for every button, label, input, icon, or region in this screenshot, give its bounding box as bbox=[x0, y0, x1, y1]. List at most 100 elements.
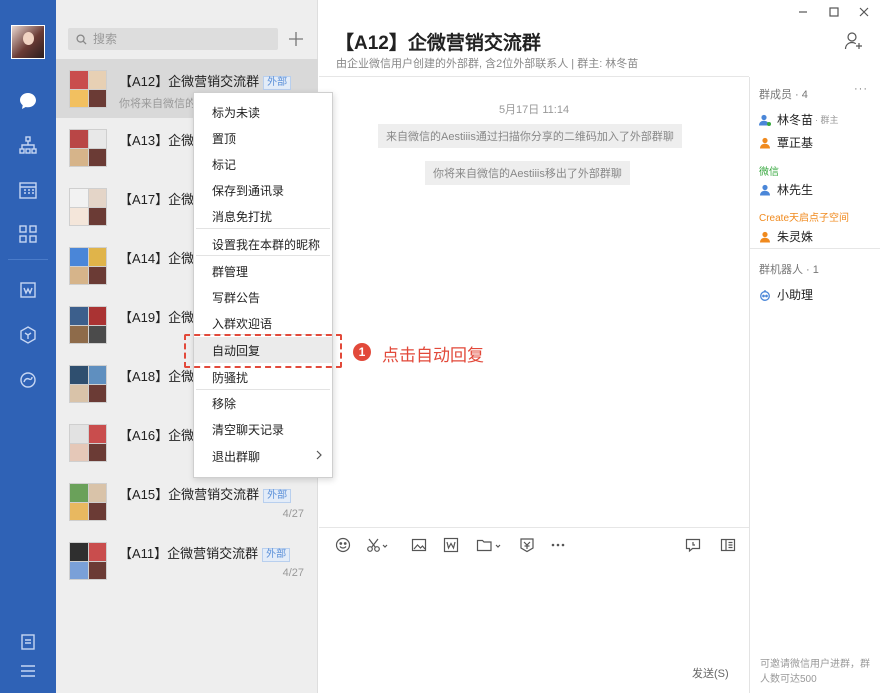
conversation-title: 【A12】企微营销交流群 bbox=[119, 74, 260, 89]
conversation-date: 4/27 bbox=[282, 567, 304, 579]
menu-item-label: 群管理 bbox=[212, 264, 249, 279]
menu-item[interactable]: 清空聊天记录 bbox=[194, 416, 332, 442]
menu-item[interactable]: 标为未读 bbox=[194, 99, 332, 125]
member-owner[interactable]: 林冬苗 · 群主 bbox=[759, 111, 839, 128]
add-member-icon[interactable] bbox=[844, 31, 864, 51]
send-button[interactable]: 发送(S) bbox=[692, 665, 729, 681]
menu-item[interactable]: 写群公告 bbox=[194, 284, 332, 310]
chat-subtitle: 由企业微信用户创建的外部群, 含2位外部联系人 | 群主: 林冬苗 bbox=[336, 58, 639, 70]
conversation-name: 【A16】企微 bbox=[119, 425, 194, 444]
emoji-icon[interactable] bbox=[335, 536, 351, 554]
user-avatar[interactable] bbox=[11, 25, 45, 59]
owner-role: · 群主 bbox=[815, 115, 839, 125]
bots-title: 群机器人 · 1 bbox=[759, 264, 819, 276]
menu-item-label: 入群欢迎语 bbox=[212, 316, 273, 331]
conversation-item[interactable]: 【A15】企微营销交流群 外部 4/27 bbox=[56, 472, 318, 531]
menu-item-label: 标为未读 bbox=[212, 105, 261, 120]
money-icon[interactable] bbox=[519, 536, 535, 554]
chat-title: 【A12】企微营销交流群 bbox=[335, 33, 541, 54]
user-icon bbox=[760, 231, 770, 242]
robot-icon bbox=[760, 289, 770, 301]
conversation-title: 【A11】企微营销交流群 bbox=[119, 546, 259, 561]
menu-item-label: 标记 bbox=[212, 157, 237, 172]
group-avatar bbox=[69, 247, 107, 285]
callout-text: 点击自动回复 bbox=[382, 346, 484, 365]
menu-item[interactable]: 退出群聊 bbox=[194, 443, 332, 469]
conversation-title: 【A19】企微 bbox=[119, 310, 195, 325]
workbench-icon[interactable] bbox=[0, 320, 56, 350]
conversation-name: 【A19】企微 bbox=[119, 307, 194, 326]
menu-item[interactable]: 移除 bbox=[194, 390, 332, 416]
external-tag: 外部 bbox=[263, 76, 292, 90]
menu-item[interactable]: 置顶 bbox=[194, 125, 332, 151]
cloud-drive-icon[interactable] bbox=[0, 365, 56, 395]
callout-number: 1 bbox=[353, 343, 371, 361]
menu-item-label: 写群公告 bbox=[212, 290, 261, 305]
member-name: 林冬苗 bbox=[777, 113, 814, 127]
members-more-button[interactable]: ··· bbox=[854, 83, 868, 95]
more-tools-icon[interactable] bbox=[550, 536, 566, 554]
menu-item-label: 防骚扰 bbox=[212, 370, 249, 385]
system-message: 你将来自微信的Aestiiis移出了外部群聊 bbox=[425, 161, 630, 185]
chat-icon[interactable] bbox=[0, 86, 56, 116]
menu-item-label: 置顶 bbox=[212, 131, 237, 146]
add-icon[interactable] bbox=[286, 29, 306, 49]
nav-divider bbox=[8, 259, 48, 260]
conversation-name: 【A12】企微营销交流群 外部 bbox=[119, 71, 292, 90]
member-panel: 群成员 · 4 ··· 林冬苗 · 群主 覃正基 微信 林先生 Create天启… bbox=[749, 77, 880, 693]
notes-icon[interactable] bbox=[0, 627, 56, 657]
menu-item[interactable]: 设置我在本群的昵称 bbox=[194, 231, 332, 257]
user-icon bbox=[760, 137, 770, 148]
menu-item[interactable]: 入群欢迎语 bbox=[194, 310, 332, 336]
menu-item[interactable]: 消息免打扰 bbox=[194, 203, 332, 229]
panel-footer: 可邀请微信用户进群，群人数可达500 bbox=[760, 659, 870, 685]
menu-icon[interactable] bbox=[0, 656, 56, 686]
group-avatar bbox=[69, 483, 107, 521]
doc-insert-icon[interactable] bbox=[443, 536, 459, 554]
search-icon bbox=[76, 33, 87, 45]
side-panel-icon[interactable] bbox=[720, 536, 736, 554]
conversation-date: 4/27 bbox=[282, 508, 304, 520]
minimize-icon[interactable] bbox=[796, 5, 810, 19]
apps-grid-icon[interactable] bbox=[0, 219, 56, 249]
user-icon bbox=[760, 184, 770, 195]
menu-item-label: 设置我在本群的昵称 bbox=[212, 237, 321, 252]
member-item[interactable]: 朱灵姝 bbox=[759, 228, 813, 245]
external-tag: 外部 bbox=[263, 489, 292, 503]
members-title: 群成员 · 4 bbox=[759, 89, 808, 101]
conversation-name: 【A17】企微 bbox=[119, 189, 194, 208]
conversation-name: 【A18】企微 bbox=[119, 366, 194, 385]
image-icon[interactable] bbox=[411, 536, 427, 554]
conversation-name: 【A14】企微 bbox=[119, 248, 194, 267]
folder-icon[interactable] bbox=[476, 536, 502, 554]
group-avatar bbox=[69, 129, 107, 167]
member-item[interactable]: 林先生 bbox=[759, 181, 813, 198]
search-input[interactable] bbox=[93, 32, 263, 46]
group-avatar bbox=[69, 542, 107, 580]
menu-item[interactable]: 标记 bbox=[194, 151, 332, 177]
menu-item[interactable]: 群管理 bbox=[194, 258, 332, 284]
conversation-item[interactable]: 【A11】企微营销交流群 外部 4/27 bbox=[56, 531, 318, 590]
conversation-title: 【A13】企微 bbox=[119, 133, 195, 148]
user-icon bbox=[759, 114, 771, 126]
scissors-icon[interactable] bbox=[366, 536, 388, 554]
left-nav bbox=[0, 0, 56, 693]
header-divider bbox=[319, 76, 749, 77]
member-item[interactable]: 覃正基 bbox=[759, 134, 813, 151]
doc-icon[interactable] bbox=[0, 275, 56, 305]
maximize-icon[interactable] bbox=[827, 5, 841, 19]
group-avatar bbox=[69, 306, 107, 344]
menu-item[interactable]: 保存到通讯录 bbox=[194, 177, 332, 203]
calendar-icon[interactable] bbox=[0, 175, 56, 205]
member-name: 朱灵姝 bbox=[777, 230, 814, 244]
bot-item[interactable]: 小助理 bbox=[759, 286, 813, 303]
message-history-icon[interactable] bbox=[685, 536, 701, 554]
org-chart-icon[interactable] bbox=[0, 130, 56, 160]
menu-item-label: 移除 bbox=[212, 396, 237, 411]
conversation-title: 【A17】企微 bbox=[119, 192, 195, 207]
member-name: 覃正基 bbox=[777, 136, 814, 150]
search-box[interactable] bbox=[68, 28, 278, 50]
member-name: 林先生 bbox=[777, 183, 814, 197]
close-icon[interactable] bbox=[857, 5, 871, 19]
group-avatar bbox=[69, 365, 107, 403]
